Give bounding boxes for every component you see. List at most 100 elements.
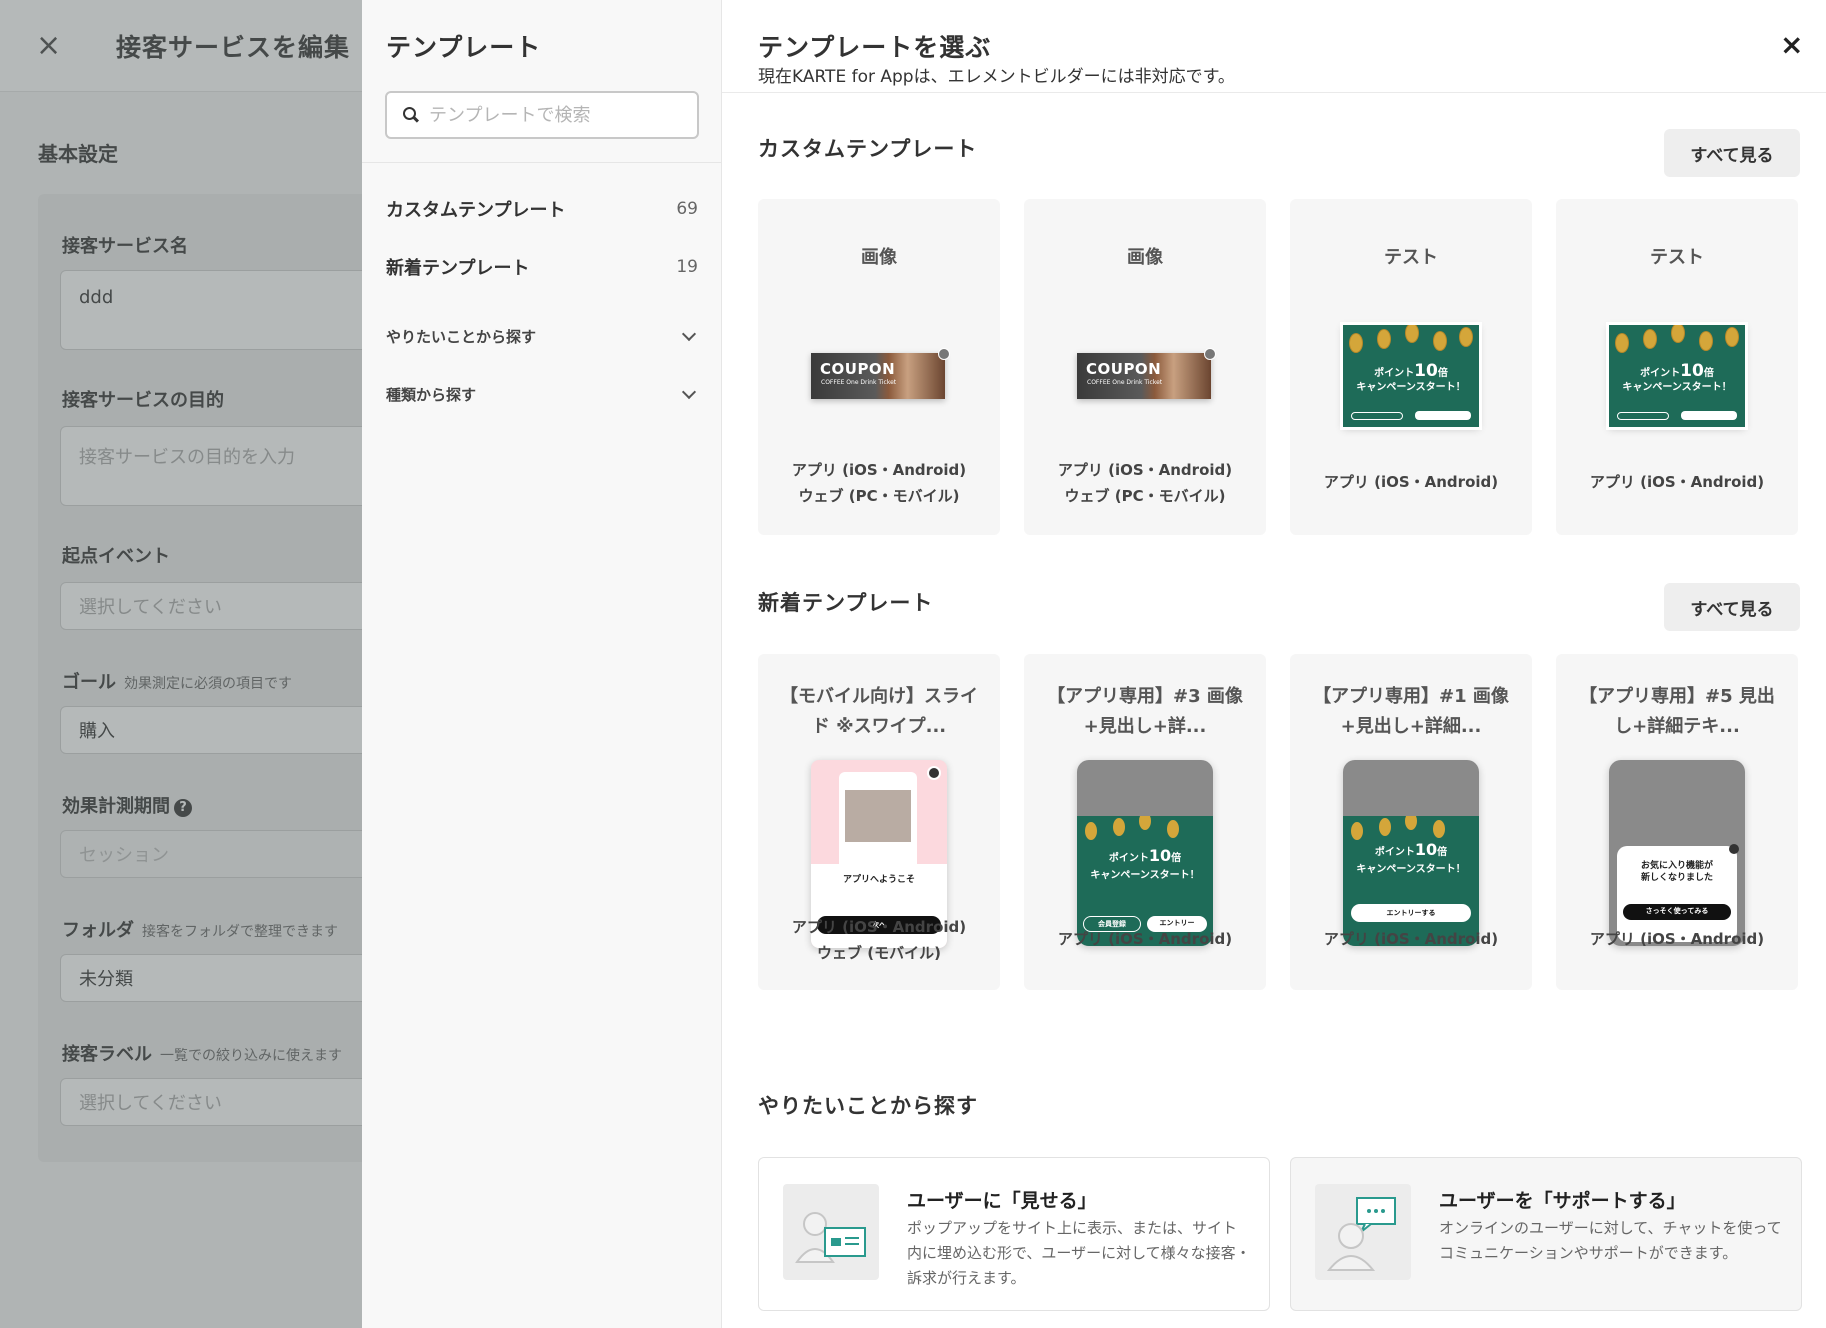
idea-card-show[interactable]: ユーザーに「見せる」 ポップアップをサイト上に表示、または、サイト内に埋め込む形… bbox=[758, 1157, 1270, 1311]
ideas-section-title: やりたいことから探す bbox=[758, 1094, 978, 1118]
template-card[interactable]: 画像 COUPON COFFEE One Drink Ticket アプリ (i… bbox=[1024, 199, 1266, 535]
template-card[interactable]: 【モバイル向け】スライド ※スワイプ... アプリへようこそ 次へ アプリ (i… bbox=[758, 654, 1000, 990]
nav-item-label: やりたいことから探す bbox=[386, 328, 537, 346]
nav-item-by-goal[interactable]: やりたいことから探す bbox=[386, 326, 698, 347]
template-card[interactable]: 【アプリ専用】#1 画像+見出し+詳細... ポイント10倍 キャンペーンスター… bbox=[1290, 654, 1532, 990]
idea-title: ユーザーに「見せる」 bbox=[907, 1190, 1097, 1212]
close-icon bbox=[927, 766, 941, 780]
template-platform: アプリ (iOS・Android) bbox=[791, 461, 967, 479]
nav-item-label: 新着テンプレート bbox=[386, 258, 530, 279]
template-thumbnail: COUPON COFFEE One Drink Ticket bbox=[1077, 348, 1216, 399]
campaign-text: キャンペーンスタート！ bbox=[1622, 382, 1732, 393]
custom-see-all-button[interactable]: すべて見る bbox=[1664, 129, 1800, 177]
template-nav: テンプレート カスタムテンプレート 69 新着テンプレート 19 やりたいことか… bbox=[362, 0, 722, 1328]
template-name: 【アプリ専用】#3 画像+見出し+詳... bbox=[1047, 686, 1243, 737]
points-suffix: 倍 bbox=[1171, 853, 1182, 864]
new-section-title: 新着テンプレート bbox=[758, 591, 934, 615]
coupon-subtext: COFFEE One Drink Ticket bbox=[1087, 379, 1163, 386]
main-header: テンプレートを選ぶ 現在KARTE for Appは、エレメントビルダーには非対… bbox=[722, 0, 1826, 93]
template-platform: アプリ (iOS・Android) bbox=[1057, 461, 1233, 479]
coupon-text: COUPON bbox=[1086, 360, 1162, 378]
template-platform: アプリ (iOS・Android) bbox=[1323, 930, 1499, 948]
points-number: 10 bbox=[1148, 846, 1172, 865]
template-thumbnail: ポイント10倍 キャンペーンスタート！ 会員登録 エントリー bbox=[1077, 760, 1213, 946]
idea-description: ポップアップをサイト上に表示、または、サイト内に埋め込む形で、ユーザーに対して様… bbox=[907, 1219, 1251, 1287]
nav-item-count: 19 bbox=[676, 257, 698, 277]
template-thumbnail: お気に入り機能が 新しくなりました さっそく使ってみる bbox=[1609, 760, 1745, 946]
nav-title: テンプレート bbox=[386, 33, 542, 62]
nav-item-label: カスタムテンプレート bbox=[386, 200, 566, 221]
campaign-text: キャンペーンスタート！ bbox=[1356, 382, 1466, 393]
points-number: 10 bbox=[1414, 840, 1438, 859]
chevron-down-icon bbox=[681, 326, 697, 341]
try-now-pill: さっそく使ってみる bbox=[1623, 904, 1731, 920]
nav-divider bbox=[362, 162, 722, 163]
points-suffix: 倍 bbox=[1703, 368, 1714, 379]
template-name: 【アプリ専用】#5 見出し+詳細テキ... bbox=[1579, 686, 1775, 737]
points-prefix: ポイント bbox=[1374, 368, 1415, 379]
main-subtitle: 現在KARTE for Appは、エレメントビルダーには非対応です。 bbox=[758, 67, 1235, 87]
nav-item-label: 種類から探す bbox=[386, 386, 477, 404]
template-platform: ウェブ (PC・モバイル) bbox=[1064, 487, 1226, 505]
template-card[interactable]: 【アプリ専用】#5 見出し+詳細テキ... お気に入り機能が 新しくなりました … bbox=[1556, 654, 1798, 990]
coupon-subtext: COFFEE One Drink Ticket bbox=[821, 379, 897, 386]
idea-description: オンラインのユーザーに対して、チャットを使ってコミュニケーションやサポートができ… bbox=[1439, 1219, 1782, 1262]
modal-overlay[interactable] bbox=[0, 0, 362, 1328]
points-number: 10 bbox=[1414, 361, 1438, 381]
campaign-text: キャンペーンスタート！ bbox=[1356, 864, 1466, 875]
custom-section-title: カスタムテンプレート bbox=[758, 137, 978, 161]
template-card[interactable]: 【アプリ専用】#3 画像+見出し+詳... ポイント10倍 キャンペーンスタート… bbox=[1024, 654, 1266, 990]
points-suffix: 倍 bbox=[1437, 847, 1448, 858]
template-platform: ウェブ (モバイル) bbox=[817, 944, 941, 962]
template-card[interactable]: 画像 COUPON COFFEE One Drink Ticket アプリ (i… bbox=[758, 199, 1000, 535]
idea-title: ユーザーを「サポートする」 bbox=[1439, 1190, 1686, 1212]
template-name: 画像 bbox=[1127, 247, 1163, 268]
close-icon bbox=[938, 348, 950, 360]
template-thumbnail: ポイント10倍 キャンペーンスタート！ bbox=[1609, 325, 1745, 427]
search-icon bbox=[403, 107, 419, 123]
points-prefix: ポイント bbox=[1108, 853, 1149, 864]
nav-item-new[interactable]: 新着テンプレート 19 bbox=[386, 254, 698, 280]
template-search[interactable] bbox=[385, 91, 699, 139]
template-name: テスト bbox=[1384, 247, 1438, 268]
nav-item-count: 69 bbox=[676, 199, 698, 219]
template-name: 【モバイル向け】スライド ※スワイプ... bbox=[780, 686, 978, 737]
idea-card-support[interactable]: ユーザーを「サポートする」 オンラインのユーザーに対して、チャットを使ってコミュ… bbox=[1290, 1157, 1802, 1311]
template-platform: アプリ (iOS・Android) bbox=[791, 918, 967, 936]
template-name: 【アプリ専用】#1 画像+見出し+詳細... bbox=[1313, 686, 1509, 737]
close-icon[interactable]: × bbox=[1780, 28, 1803, 61]
editor-panel: × 接客サービスを編集 基本設定 接客サービス名 ddd 接客サービスの目的 接… bbox=[0, 0, 362, 1328]
template-platform: アプリ (iOS・Android) bbox=[1589, 930, 1765, 948]
template-card[interactable]: テスト ポイント10倍 キャンペーンスタート！ アプリ (iOS・Android… bbox=[1556, 199, 1798, 535]
template-card[interactable]: テスト ポイント10倍 キャンペーンスタート！ アプリ (iOS・Android… bbox=[1290, 199, 1532, 535]
points-prefix: ポイント bbox=[1640, 368, 1681, 379]
template-platform: ウェブ (PC・モバイル) bbox=[798, 487, 960, 505]
close-icon bbox=[1204, 348, 1216, 360]
campaign-text: キャンペーンスタート！ bbox=[1090, 870, 1200, 881]
main-title: テンプレートを選ぶ bbox=[758, 33, 992, 62]
support-illustration-icon bbox=[1315, 1184, 1411, 1280]
nav-item-by-type[interactable]: 種類から探す bbox=[386, 384, 698, 405]
template-thumbnail: COUPON COFFEE One Drink Ticket bbox=[811, 348, 950, 399]
coupon-text: COUPON bbox=[820, 360, 896, 378]
template-name: テスト bbox=[1650, 247, 1704, 268]
welcome-text: アプリへようこそ bbox=[842, 875, 915, 885]
points-suffix: 倍 bbox=[1437, 368, 1448, 379]
points-prefix: ポイント bbox=[1374, 847, 1415, 858]
template-search-input[interactable] bbox=[429, 104, 689, 126]
chevron-down-icon bbox=[681, 384, 697, 399]
show-illustration-icon bbox=[783, 1184, 879, 1280]
template-platform: アプリ (iOS・Android) bbox=[1323, 473, 1499, 491]
close-icon bbox=[1729, 844, 1739, 854]
entry-do-pill: エントリーする bbox=[1351, 904, 1471, 922]
template-name: 画像 bbox=[861, 247, 897, 268]
nav-item-custom[interactable]: カスタムテンプレート 69 bbox=[386, 196, 698, 222]
template-platform: アプリ (iOS・Android) bbox=[1057, 930, 1233, 948]
template-thumbnail: ポイント10倍 キャンペーンスタート！ bbox=[1343, 325, 1479, 427]
template-platform: アプリ (iOS・Android) bbox=[1589, 473, 1765, 491]
template-chooser: テンプレートを選ぶ 現在KARTE for Appは、エレメントビルダーには非対… bbox=[722, 0, 1826, 1328]
template-thumbnail: ポイント10倍 キャンペーンスタート！ エントリーする bbox=[1343, 760, 1479, 946]
points-number: 10 bbox=[1680, 361, 1704, 381]
new-see-all-button[interactable]: すべて見る bbox=[1664, 583, 1800, 631]
fav-line2: 新しくなりました bbox=[1640, 873, 1713, 883]
